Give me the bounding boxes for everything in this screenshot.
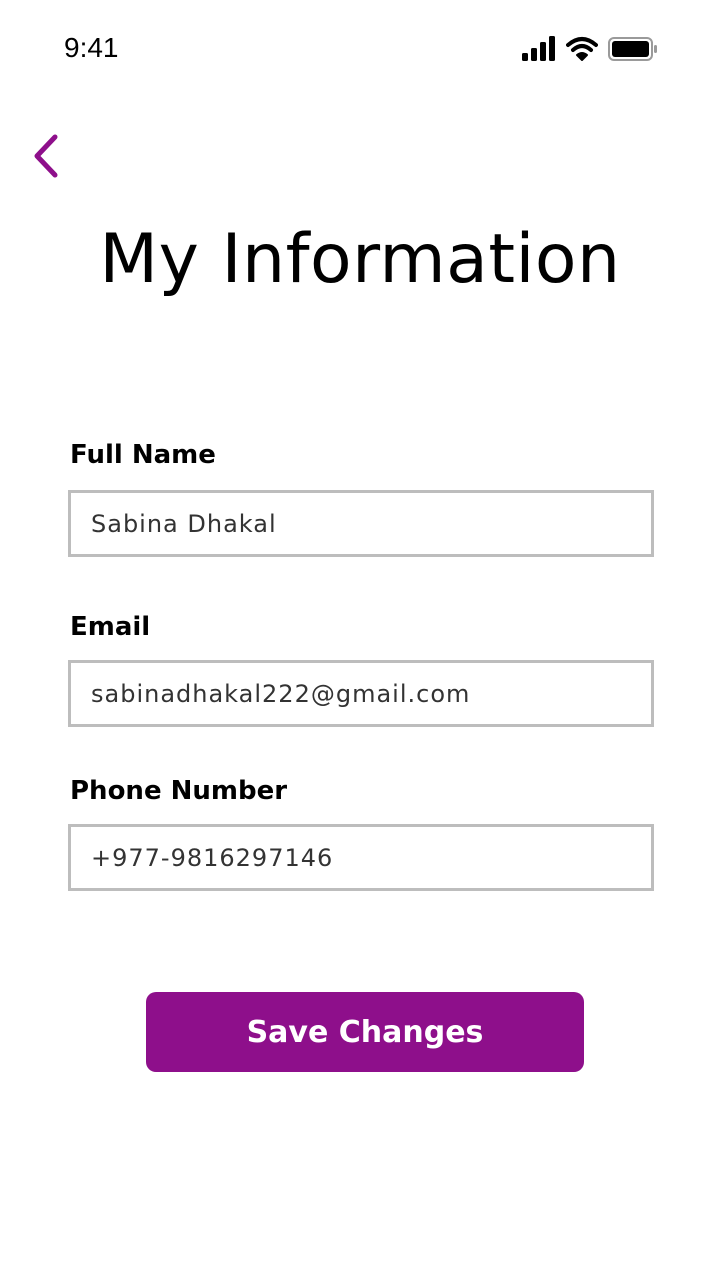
battery-icon	[608, 37, 657, 61]
back-button[interactable]	[22, 128, 70, 184]
chevron-left-icon	[34, 134, 58, 178]
email-label: Email	[70, 612, 151, 642]
page-title: My Information	[99, 220, 621, 299]
full-name-input[interactable]	[68, 490, 654, 557]
status-time: 9:41	[64, 32, 119, 63]
full-name-label: Full Name	[70, 440, 216, 470]
phone-number-label: Phone Number	[70, 776, 288, 806]
signal-icon	[522, 36, 555, 61]
wifi-icon	[566, 37, 598, 61]
email-input[interactable]	[68, 660, 654, 727]
status-bar: 9:41	[0, 0, 720, 100]
status-icons	[520, 36, 660, 64]
phone-number-input[interactable]	[68, 824, 654, 891]
save-changes-button[interactable]: Save Changes	[146, 992, 584, 1072]
